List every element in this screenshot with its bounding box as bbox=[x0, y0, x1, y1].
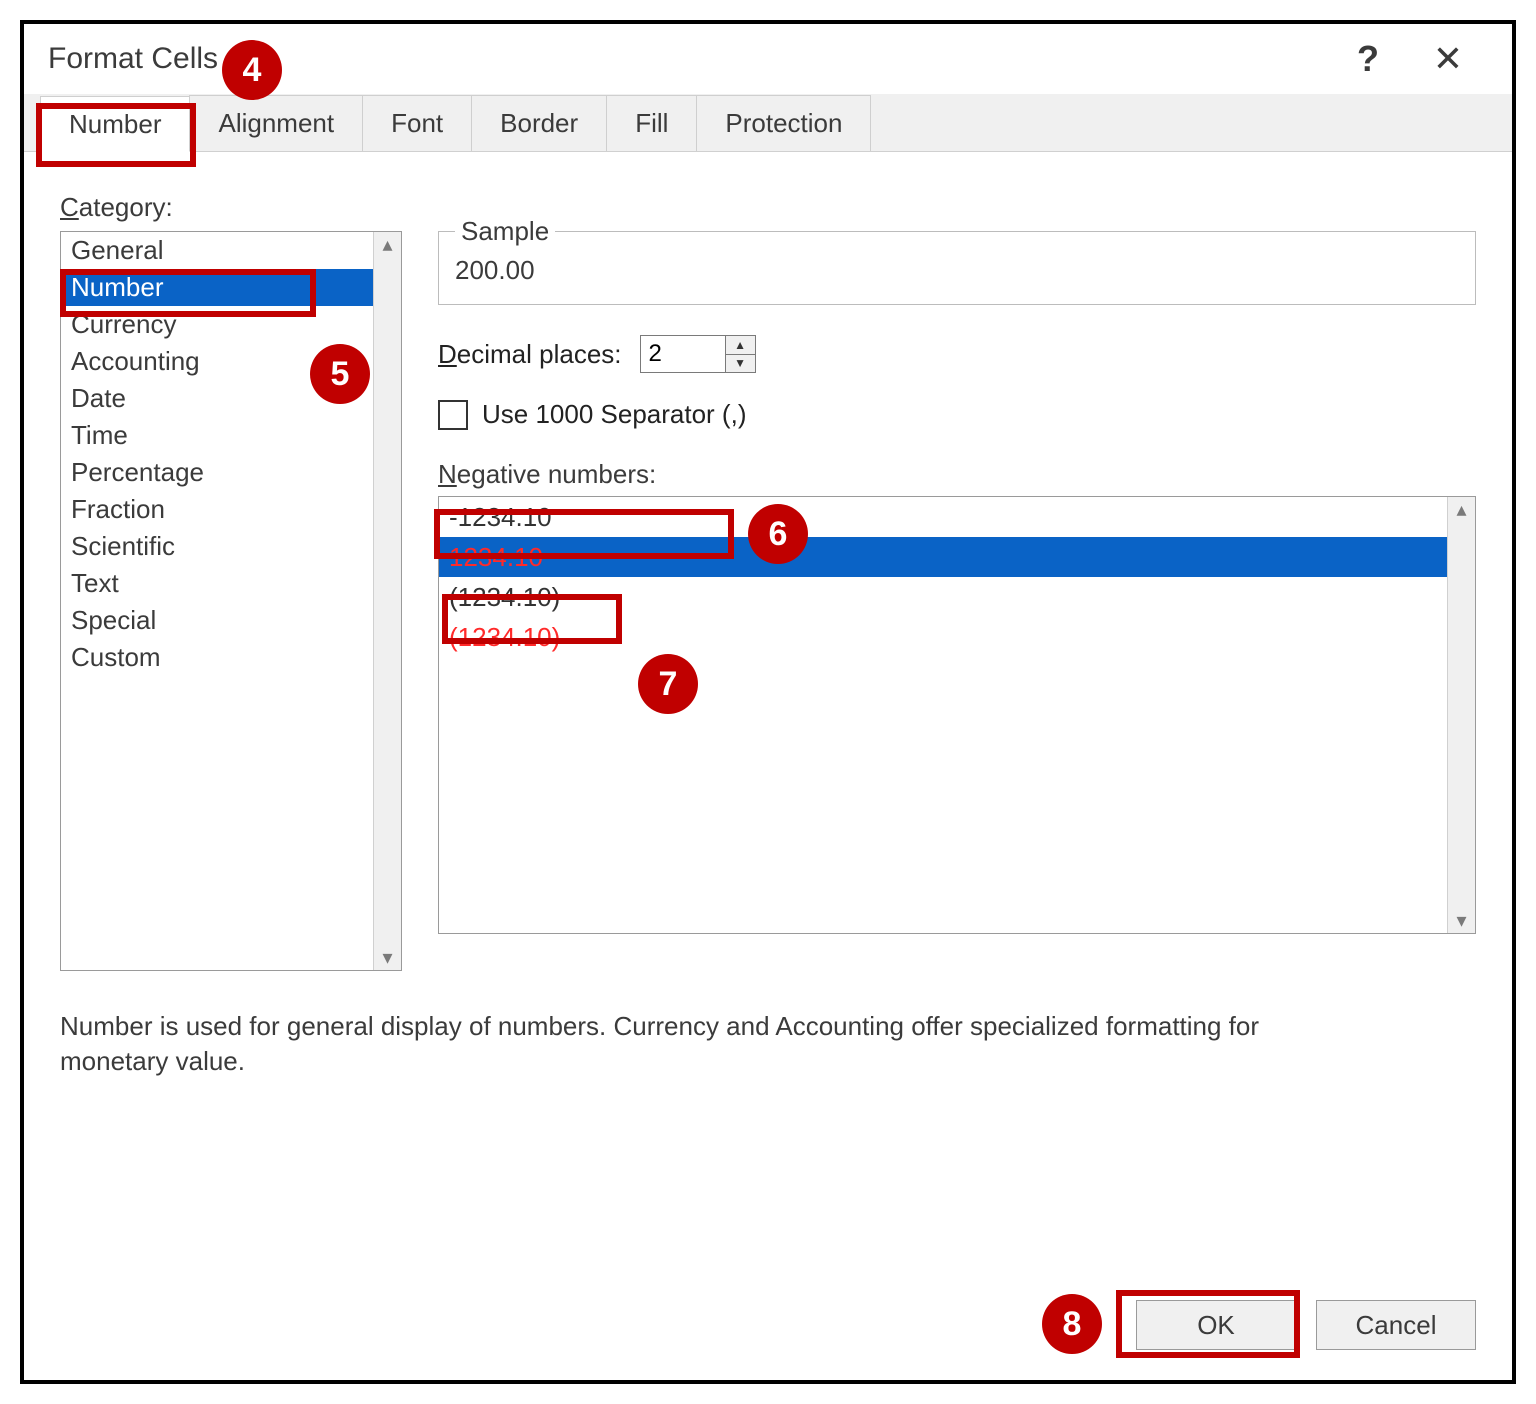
help-icon[interactable]: ? bbox=[1328, 38, 1408, 80]
sample-caption: Sample bbox=[455, 216, 555, 247]
format-cells-dialog: Format Cells ? ✕ Number Alignment Font B… bbox=[24, 24, 1512, 1380]
category-item-scientific[interactable]: Scientific bbox=[61, 528, 373, 565]
category-item-text[interactable]: Text bbox=[61, 565, 373, 602]
negative-numbers-listbox[interactable]: -1234.10 1234.10 (1234.10) (1234.10) ▴ ▾ bbox=[438, 496, 1476, 934]
decimal-places-label: Decimal places: bbox=[438, 339, 622, 370]
decimal-places-input[interactable] bbox=[641, 336, 725, 372]
titlebar: Format Cells ? ✕ bbox=[24, 24, 1512, 94]
use-separator-checkbox[interactable]: Use 1000 Separator (,) bbox=[438, 399, 746, 430]
decimal-places-spinner[interactable]: ▲ ▼ bbox=[640, 335, 756, 373]
tab-border[interactable]: Border bbox=[471, 95, 607, 151]
chevron-down-icon[interactable]: ▾ bbox=[382, 945, 392, 970]
tab-font[interactable]: Font bbox=[362, 95, 472, 151]
category-item-currency[interactable]: Currency bbox=[61, 306, 373, 343]
negative-option-3[interactable]: (1234.10) bbox=[439, 617, 1447, 657]
number-description: Number is used for general display of nu… bbox=[60, 1009, 1340, 1079]
negative-numbers-label: Negative numbers: bbox=[438, 459, 1476, 490]
category-label: Category: bbox=[60, 192, 1476, 223]
category-item-date[interactable]: Date bbox=[61, 380, 373, 417]
tab-protection[interactable]: Protection bbox=[696, 95, 871, 151]
checkbox-box-icon[interactable] bbox=[438, 400, 468, 430]
sample-group: Sample 200.00 bbox=[438, 231, 1476, 305]
spinner-up-icon[interactable]: ▲ bbox=[726, 336, 755, 355]
ok-button[interactable]: OK bbox=[1136, 1300, 1296, 1350]
category-item-custom[interactable]: Custom bbox=[61, 639, 373, 676]
tab-alignment[interactable]: Alignment bbox=[189, 95, 363, 151]
category-listbox[interactable]: General Number Currency Accounting Date … bbox=[60, 231, 402, 971]
category-item-general[interactable]: General bbox=[61, 232, 373, 269]
category-item-fraction[interactable]: Fraction bbox=[61, 491, 373, 528]
close-icon[interactable]: ✕ bbox=[1408, 38, 1488, 80]
chevron-up-icon[interactable]: ▴ bbox=[1456, 497, 1466, 522]
category-item-time[interactable]: Time bbox=[61, 417, 373, 454]
sample-value: 200.00 bbox=[455, 255, 1459, 286]
cancel-button[interactable]: Cancel bbox=[1316, 1300, 1476, 1350]
tab-number[interactable]: Number bbox=[40, 96, 190, 152]
chevron-down-icon[interactable]: ▾ bbox=[1456, 908, 1466, 933]
negative-scrollbar[interactable]: ▴ ▾ bbox=[1447, 497, 1475, 933]
spinner-down-icon[interactable]: ▼ bbox=[726, 355, 755, 373]
category-item-number[interactable]: Number bbox=[61, 269, 373, 306]
dialog-title: Format Cells bbox=[48, 42, 218, 76]
category-item-percentage[interactable]: Percentage bbox=[61, 454, 373, 491]
tab-strip: Number Alignment Font Border Fill Protec… bbox=[24, 94, 1512, 152]
category-item-accounting[interactable]: Accounting bbox=[61, 343, 373, 380]
tab-fill[interactable]: Fill bbox=[606, 95, 697, 151]
category-scrollbar[interactable]: ▴ ▾ bbox=[373, 232, 401, 970]
use-separator-label: Use 1000 Separator (,) bbox=[482, 399, 746, 430]
category-item-special[interactable]: Special bbox=[61, 602, 373, 639]
negative-option-0[interactable]: -1234.10 bbox=[439, 497, 1447, 537]
negative-option-1[interactable]: 1234.10 bbox=[439, 537, 1447, 577]
negative-option-2[interactable]: (1234.10) bbox=[439, 577, 1447, 617]
chevron-up-icon[interactable]: ▴ bbox=[382, 232, 392, 257]
